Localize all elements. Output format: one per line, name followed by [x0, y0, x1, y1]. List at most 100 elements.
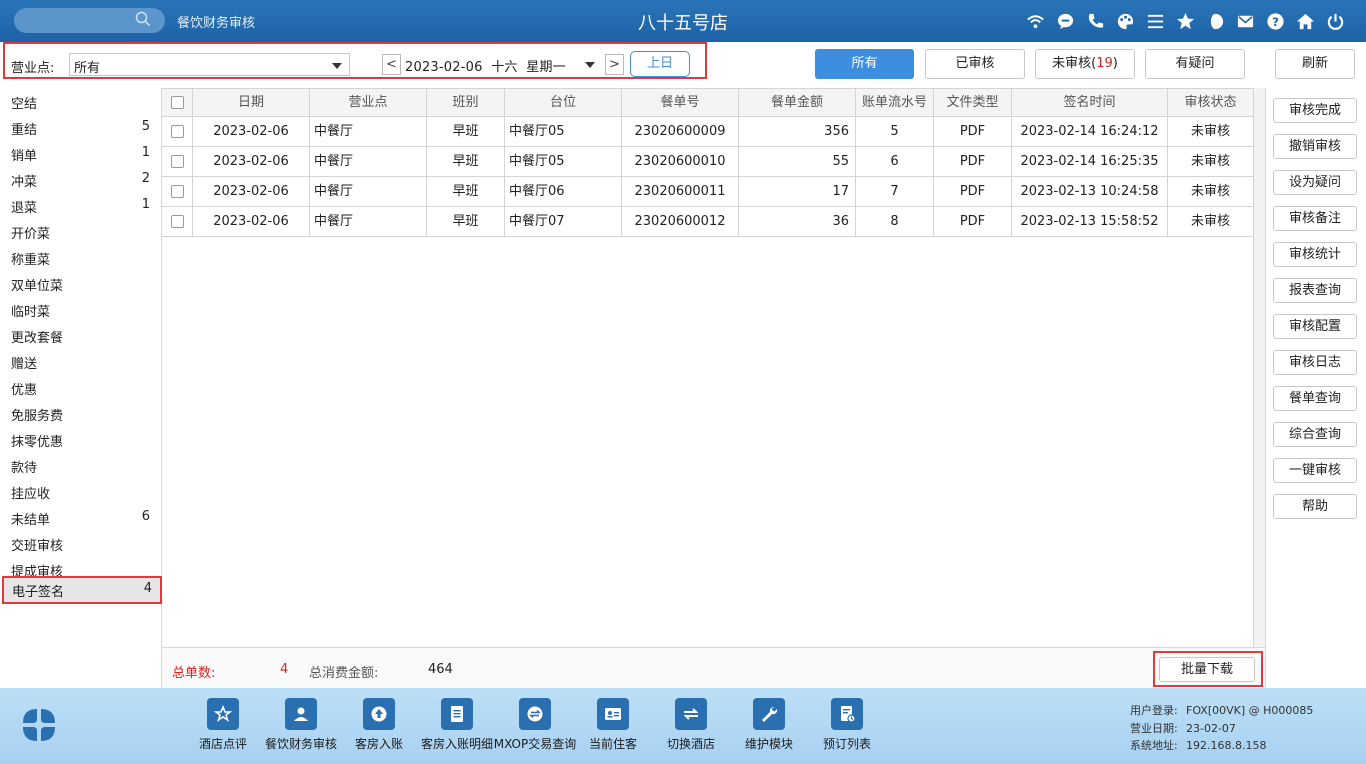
search-icon[interactable]: [135, 11, 151, 27]
action-button[interactable]: 帮助: [1273, 494, 1357, 519]
table-row[interactable]: 2023-02-06 中餐厅 早班 中餐厅05 23020600010 55 6 PDF 202…: [162, 147, 1254, 177]
sidebar-item[interactable]: 款待: [0, 452, 160, 478]
sidebar-item[interactable]: 挂应收: [0, 478, 160, 504]
svg-text:?: ?: [1272, 14, 1279, 28]
table-cell: 6: [856, 147, 934, 176]
table-cell: 2023-02-14 16:25:35: [1012, 147, 1168, 176]
sidebar-item[interactable]: 未结单 6: [0, 504, 160, 530]
action-button[interactable]: 审核备注: [1273, 206, 1357, 231]
column-header[interactable]: 签名时间: [1012, 89, 1168, 116]
action-button[interactable]: 综合查询: [1273, 422, 1357, 447]
star-icon[interactable]: [1174, 10, 1196, 32]
column-header[interactable]: 班别: [427, 89, 505, 116]
action-button[interactable]: 报表查询: [1273, 278, 1357, 303]
table-row[interactable]: 2023-02-06 中餐厅 早班 中餐厅06 23020600011 17 7 PDF 202…: [162, 177, 1254, 207]
records-table: 日期 营业点 班别 台位 餐单号 餐单金额 账单流水号 文件类型 签名时间 审核状态 2023-0…: [162, 88, 1254, 647]
phone-icon[interactable]: [1084, 10, 1106, 32]
sidebar-item[interactable]: 称重菜: [0, 244, 160, 270]
column-header[interactable]: 日期: [193, 89, 310, 116]
dock-item[interactable]: 预订列表: [802, 698, 892, 752]
action-button[interactable]: 餐单查询: [1273, 386, 1357, 411]
table-row[interactable]: 2023-02-06 中餐厅 早班 中餐厅07 23020600012 36 8 PDF 202…: [162, 207, 1254, 237]
sidebar-item-label: 抹零优惠: [11, 435, 64, 450]
business-date-value: 23-02-07: [1186, 721, 1236, 735]
table-row[interactable]: 2023-02-06 中餐厅 早班 中餐厅05 23020600009 356 5 PDF 20…: [162, 117, 1254, 147]
filter-all-button[interactable]: 所有: [815, 49, 914, 79]
dock-item[interactable]: 切换酒店: [646, 698, 736, 752]
menu-icon[interactable]: [1144, 10, 1166, 32]
moon-icon[interactable]: [1204, 10, 1226, 32]
chat-icon[interactable]: [1054, 10, 1076, 32]
sidebar-item[interactable]: 免服务费: [0, 400, 160, 426]
column-header[interactable]: 营业点: [310, 89, 427, 116]
table-cell: 2023-02-06: [193, 147, 310, 176]
sidebar-item[interactable]: 冲菜 2: [0, 166, 160, 192]
sidebar-item[interactable]: 开价菜: [0, 218, 160, 244]
dock-item[interactable]: 维护模块: [724, 698, 814, 752]
help-icon[interactable]: ?: [1264, 10, 1286, 32]
sidebar-item[interactable]: 交班审核: [0, 530, 160, 556]
app-logo-icon[interactable]: [20, 706, 58, 744]
table-cell: PDF: [934, 117, 1012, 146]
sidebar-item[interactable]: 电子签名 4: [2, 576, 162, 604]
sidebar-item[interactable]: 优惠: [0, 374, 160, 400]
sidebar-item[interactable]: 更改套餐: [0, 322, 160, 348]
home-icon[interactable]: [1294, 10, 1316, 32]
system-address-label: 系统地址:: [1130, 739, 1178, 752]
column-header[interactable]: 账单流水号: [856, 89, 934, 116]
row-checkbox[interactable]: [171, 185, 184, 198]
column-header[interactable]: 餐单号: [622, 89, 739, 116]
action-button[interactable]: 设为疑问: [1273, 170, 1357, 195]
dock-item[interactable]: 餐饮财务审核: [256, 698, 346, 752]
action-button[interactable]: 审核配置: [1273, 314, 1357, 339]
dock-item[interactable]: 当前住客: [568, 698, 658, 752]
filter-unaudited-button[interactable]: 未审核(19): [1035, 49, 1135, 79]
vertical-scrollbar[interactable]: [1254, 88, 1265, 647]
search-input[interactable]: [14, 8, 165, 33]
row-checkbox[interactable]: [171, 155, 184, 168]
table-cell: 中餐厅: [310, 177, 427, 206]
dock-item[interactable]: 酒店点评: [178, 698, 268, 752]
action-button[interactable]: 审核完成: [1273, 98, 1357, 123]
power-icon[interactable]: [1324, 10, 1346, 32]
action-button[interactable]: 审核统计: [1273, 242, 1357, 267]
table-cell: 23020600011: [622, 177, 739, 206]
batch-download-button[interactable]: 批量下载: [1159, 657, 1255, 682]
dock-item-label: 餐饮财务审核: [264, 737, 337, 751]
prev-date-button[interactable]: <: [382, 54, 401, 75]
dock-item-label: MXOP交易查询: [493, 737, 577, 751]
palette-icon[interactable]: [1114, 10, 1136, 32]
filter-doubtful-button[interactable]: 有疑问: [1145, 49, 1245, 79]
dock-item[interactable]: MXOP交易查询: [490, 698, 580, 752]
sidebar-item[interactable]: 销单 1: [0, 140, 160, 166]
business-point-select[interactable]: 所有: [69, 53, 350, 76]
next-date-button[interactable]: >: [605, 54, 624, 75]
column-header[interactable]: 审核状态: [1168, 89, 1254, 116]
select-all-checkbox[interactable]: [171, 96, 184, 109]
sidebar-item[interactable]: 退菜 1: [0, 192, 160, 218]
column-header[interactable]: 文件类型: [934, 89, 1012, 116]
sidebar-item[interactable]: 重结 5: [0, 114, 160, 140]
sidebar-item[interactable]: 临时菜: [0, 296, 160, 322]
column-header[interactable]: 餐单金额: [739, 89, 856, 116]
wifi-icon[interactable]: [1024, 10, 1046, 32]
sidebar-item[interactable]: 抹零优惠: [0, 426, 160, 452]
action-button[interactable]: 一键审核: [1273, 458, 1357, 483]
dock-item[interactable]: 客房入账: [334, 698, 424, 752]
previous-day-button[interactable]: 上日: [630, 51, 690, 77]
filter-audited-button[interactable]: 已审核: [925, 49, 1025, 79]
date-select[interactable]: 2023-02-06 十六 星期一: [403, 53, 602, 76]
row-checkbox[interactable]: [171, 215, 184, 228]
dock-item[interactable]: 客房入账明细: [412, 698, 502, 752]
table-cell: 17: [739, 177, 856, 206]
sidebar-item[interactable]: 赠送: [0, 348, 160, 374]
action-button[interactable]: 撤销审核: [1273, 134, 1357, 159]
sidebar-item[interactable]: 空结: [0, 88, 160, 114]
refresh-button[interactable]: 刷新: [1275, 49, 1355, 79]
column-header[interactable]: 台位: [505, 89, 622, 116]
mail-icon[interactable]: [1234, 10, 1256, 32]
unaudited-label: 未审核(: [1052, 56, 1097, 71]
sidebar-item[interactable]: 双单位菜: [0, 270, 160, 296]
row-checkbox[interactable]: [171, 125, 184, 138]
action-button[interactable]: 审核日志: [1273, 350, 1357, 375]
